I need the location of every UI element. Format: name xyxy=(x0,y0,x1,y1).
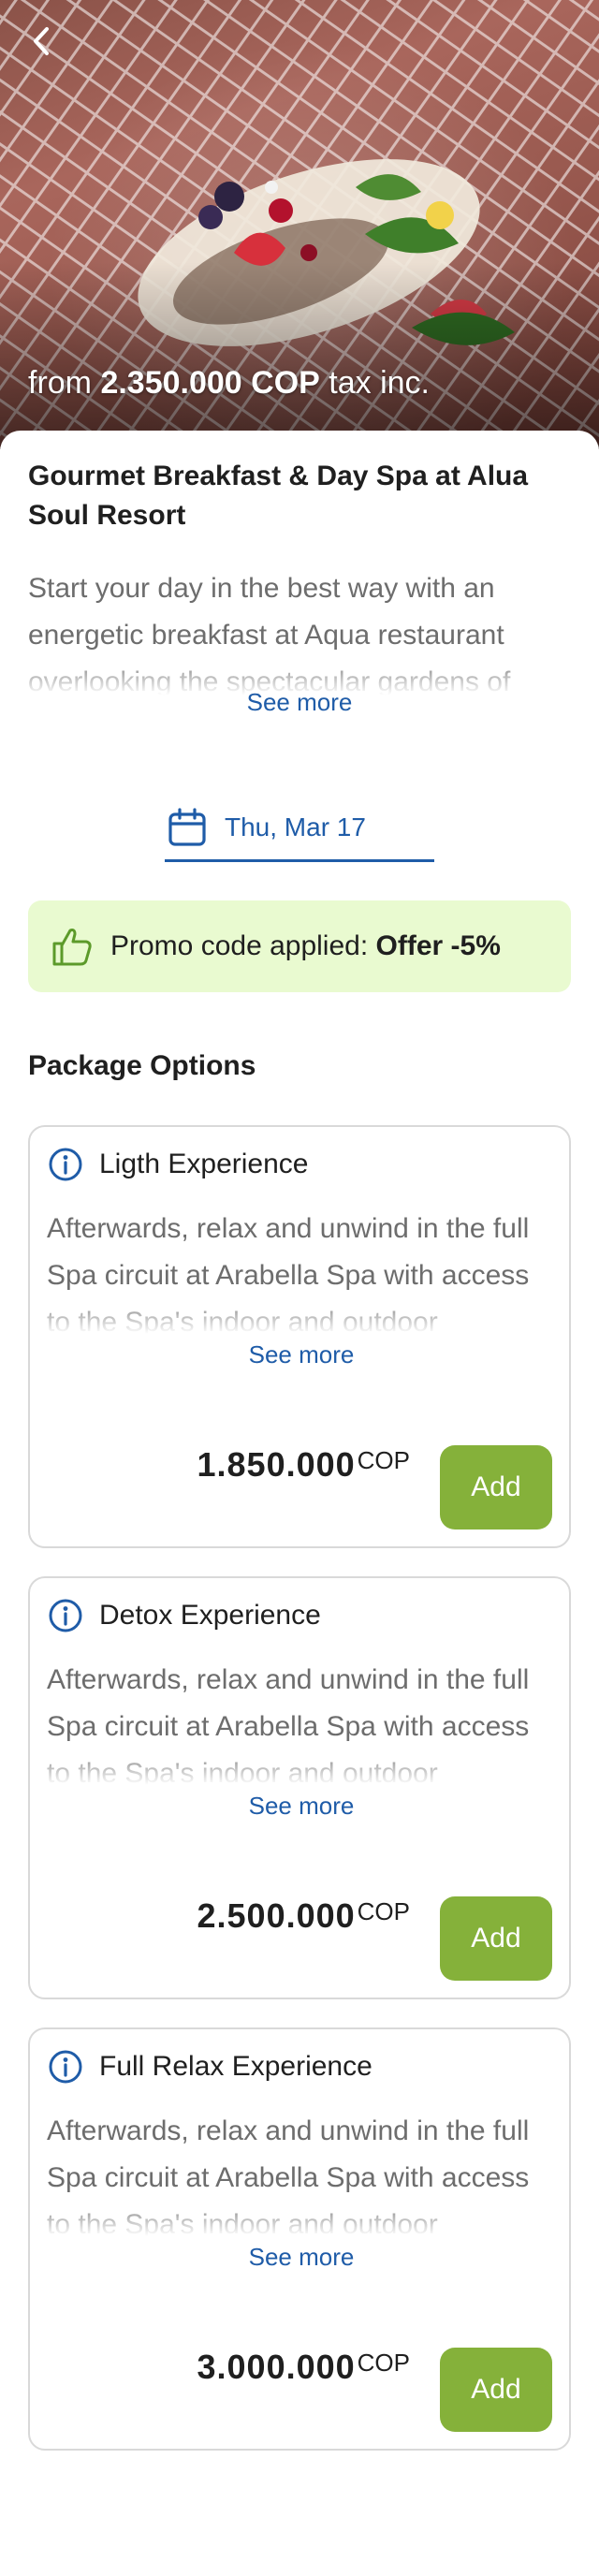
price-value: 2.350.000 COP xyxy=(100,365,320,401)
info-icon[interactable] xyxy=(47,2048,84,2086)
option-price-currency: COP xyxy=(357,2349,410,2377)
promo-banner: Promo code applied: Offer -5% xyxy=(28,900,571,992)
add-button[interactable]: Add xyxy=(440,2348,552,2432)
info-icon[interactable] xyxy=(47,1597,84,1634)
price-suffix: tax inc. xyxy=(329,365,431,401)
promo-text: Promo code applied: Offer -5% xyxy=(110,930,501,962)
info-icon[interactable] xyxy=(47,1146,84,1183)
package-title: Gourmet Breakfast & Day Spa at Alua Soul… xyxy=(28,461,529,531)
see-more-link[interactable]: See more xyxy=(0,688,599,717)
thumbs-up-icon xyxy=(52,929,92,966)
add-button[interactable]: Add xyxy=(440,1896,552,1981)
promo-code: Offer -5% xyxy=(375,930,501,961)
option-description-fade xyxy=(30,2198,569,2243)
option-price-amount: 2.500.000 xyxy=(197,1896,356,1935)
option-price-amount: 1.850.000 xyxy=(197,1445,356,1484)
hero-shade xyxy=(0,262,599,449)
option-price-currency: COP xyxy=(357,1897,410,1925)
price-prefix: from xyxy=(28,365,92,401)
chevron-left-icon xyxy=(34,27,49,55)
option-description-fade xyxy=(30,1747,569,1792)
option-description-fade xyxy=(30,1295,569,1340)
option-see-more-link[interactable]: See more xyxy=(30,1792,569,1821)
option-name: Ligth Experience xyxy=(99,1149,309,1179)
option-price-amount: 3.000.000 xyxy=(197,2348,356,2386)
option-name: Detox Experience xyxy=(99,1600,321,1631)
option-price: 3.000.000 COP xyxy=(197,2348,411,2387)
back-button[interactable] xyxy=(21,21,62,62)
date-label: Thu, Mar 17 xyxy=(225,812,366,842)
option-price-currency: COP xyxy=(357,1446,410,1474)
date-picker[interactable]: Thu, Mar 17 xyxy=(165,796,434,862)
option-card: Full Relax Experience Afterwards, relax … xyxy=(28,2027,571,2451)
calendar-icon xyxy=(168,808,206,846)
option-card: Ligth Experience Afterwards, relax and u… xyxy=(28,1125,571,1548)
option-price: 2.500.000 COP xyxy=(197,1896,411,1936)
hero-image: from 2.350.000 COP tax inc. xyxy=(0,0,599,449)
hero-price: from 2.350.000 COP tax inc. xyxy=(28,365,430,402)
add-button[interactable]: Add xyxy=(440,1445,552,1530)
option-price: 1.850.000 COP xyxy=(197,1445,411,1485)
option-see-more-link[interactable]: See more xyxy=(30,2243,569,2272)
option-see-more-link[interactable]: See more xyxy=(30,1340,569,1369)
package-options-title: Package Options xyxy=(28,1050,256,1081)
option-card: Detox Experience Afterwards, relax and u… xyxy=(28,1576,571,1999)
option-name: Full Relax Experience xyxy=(99,2051,373,2082)
promo-label: Promo code applied: xyxy=(110,930,369,961)
